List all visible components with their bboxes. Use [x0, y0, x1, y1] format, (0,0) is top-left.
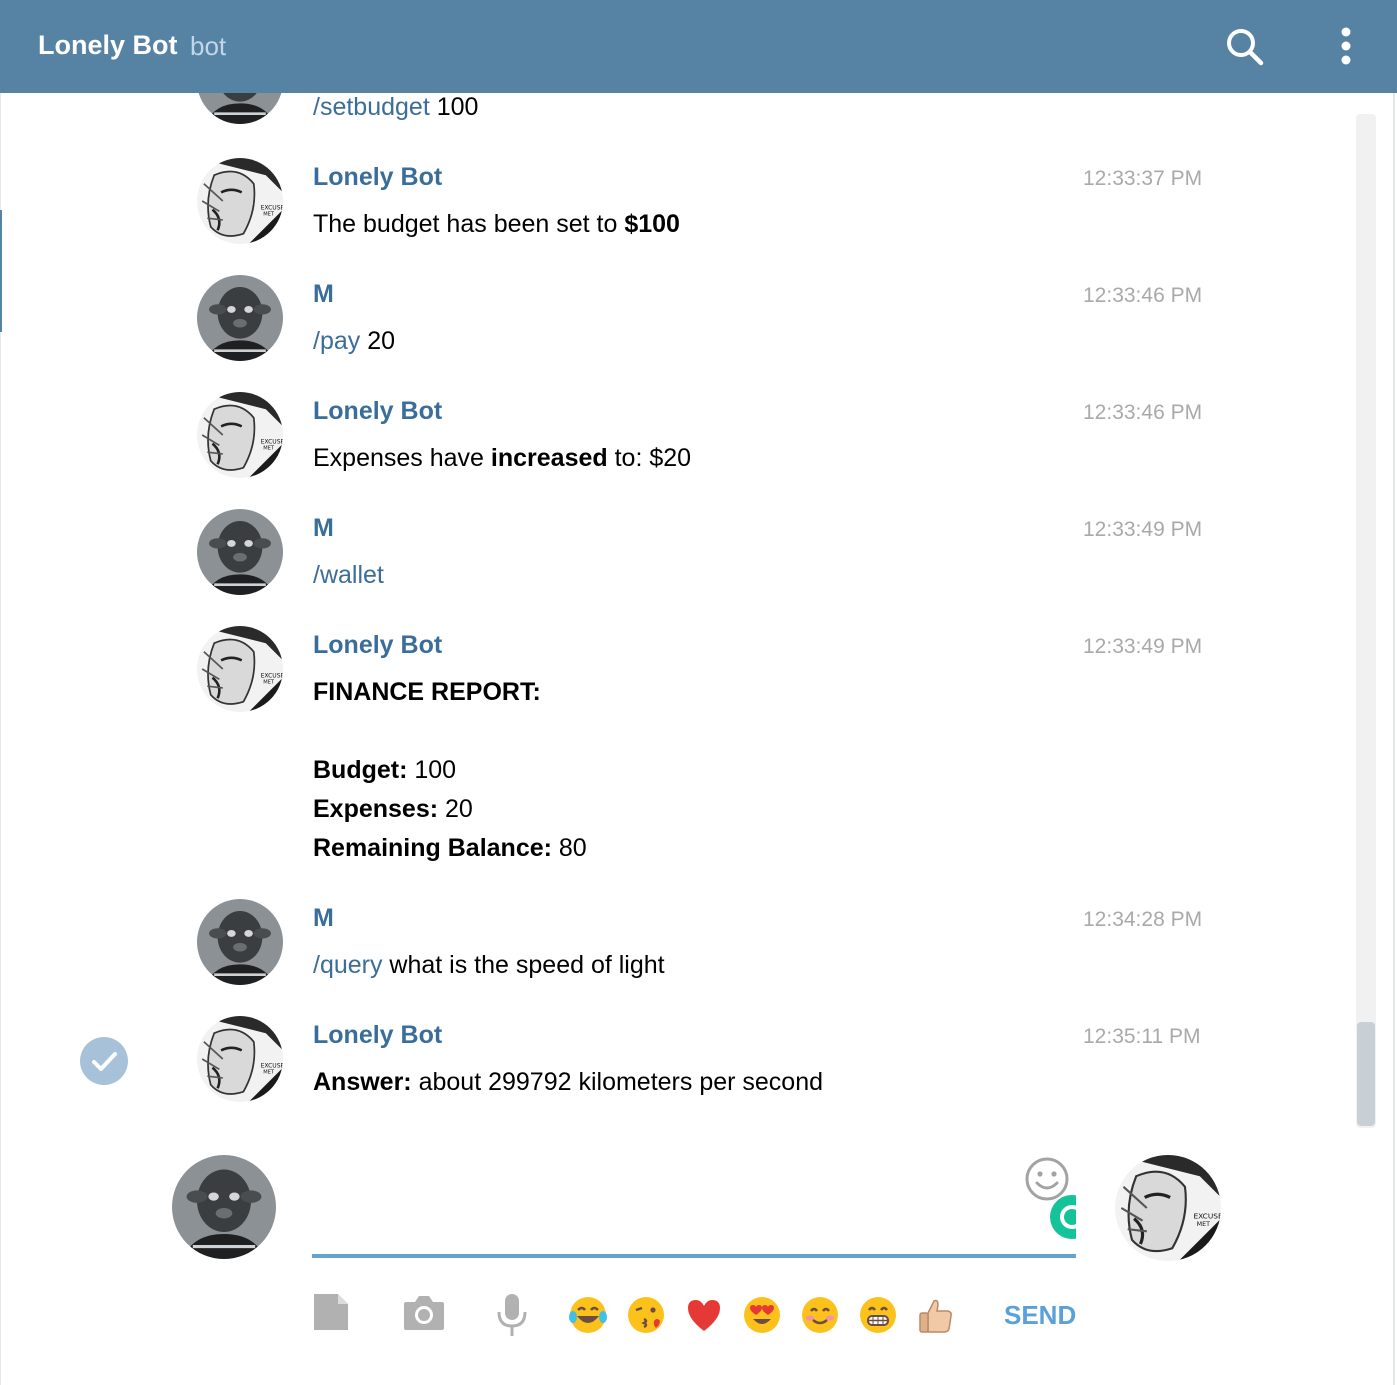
message-time: 12:33:37 PM [1083, 167, 1203, 190]
scrollbar-track[interactable] [1356, 114, 1376, 1128]
message-time: 12:33:46 PM [1083, 284, 1203, 307]
chat-title[interactable]: Lonely Bot [38, 30, 178, 61]
user-avatar[interactable] [197, 275, 283, 361]
message-time: 12:34:28 PM [1083, 908, 1203, 931]
scrollbar-thumb[interactable] [1357, 1022, 1375, 1126]
send-button[interactable]: SEND [1004, 1300, 1076, 1331]
peer-avatar[interactable] [1115, 1155, 1221, 1261]
message-time: 12:35:11 PM [1083, 1025, 1201, 1048]
grammarly-icon[interactable] [1050, 1195, 1076, 1239]
bot-command-link[interactable]: /setbudget [313, 93, 430, 121]
message-author[interactable]: Lonely Bot [313, 397, 442, 426]
emoji-heart-icon[interactable] [684, 1295, 724, 1335]
input-underline [312, 1254, 1076, 1258]
user-avatar[interactable] [197, 509, 283, 595]
selected-check-icon[interactable] [80, 1037, 128, 1085]
user-avatar[interactable] [197, 93, 283, 124]
message-time: 12:33:49 PM [1083, 518, 1203, 541]
right-border [1393, 93, 1395, 1385]
message-text: The budget has been set to $100 [313, 210, 680, 238]
emoji-heart-eyes-icon[interactable] [742, 1295, 782, 1335]
emoji-thumbs-up-icon[interactable] [916, 1295, 956, 1335]
emoji-kiss-icon[interactable] [626, 1295, 666, 1335]
message-author[interactable]: Lonely Bot [313, 1021, 442, 1050]
message-input[interactable] [313, 1160, 1013, 1250]
bot-avatar[interactable] [197, 1016, 283, 1102]
chat-header: Lonely Bot bot [0, 0, 1397, 93]
finance-report-title: FINANCE REPORT: [313, 678, 541, 706]
message-time: 12:33:49 PM [1083, 635, 1203, 658]
bot-command-link[interactable]: /pay [313, 327, 360, 355]
message-text: /setbudget 100 [313, 93, 479, 121]
bot-command-link[interactable]: /query [313, 951, 382, 979]
emoji-blush-icon[interactable] [800, 1295, 840, 1335]
emoji-grin-icon[interactable] [858, 1295, 898, 1335]
self-avatar[interactable] [172, 1155, 276, 1259]
report-budget: Budget: 100 [313, 756, 457, 784]
message-author[interactable]: Lonely Bot [313, 631, 442, 660]
bot-avatar[interactable] [197, 158, 283, 244]
message-text: Answer: about 299792 kilometers per seco… [313, 1068, 824, 1096]
camera-icon[interactable] [402, 1292, 446, 1337]
report-remaining: Remaining Balance: 80 [313, 834, 587, 862]
bot-avatar[interactable] [197, 392, 283, 478]
more-vertical-icon[interactable] [1330, 24, 1362, 68]
report-expenses: Expenses: 20 [313, 795, 473, 823]
search-icon[interactable] [1222, 24, 1266, 68]
microphone-icon[interactable] [494, 1292, 530, 1343]
bot-command-link[interactable]: /wallet [313, 561, 384, 589]
message-author[interactable]: Lonely Bot [313, 163, 442, 192]
message-text: /query what is the speed of light [313, 951, 665, 979]
message-author[interactable]: M [313, 514, 334, 543]
message-text: Expenses have increased to: $20 [313, 444, 692, 472]
message-author[interactable]: M [313, 904, 334, 933]
bot-avatar[interactable] [197, 626, 283, 712]
message-text: /wallet [313, 556, 384, 595]
message-author[interactable]: M [313, 280, 334, 309]
user-avatar[interactable] [197, 899, 283, 985]
chat-subtitle: bot [190, 31, 227, 61]
message-time: 12:33:46 PM [1083, 401, 1203, 424]
message-history[interactable]: /setbudget 100 Lonely Bot 12:33:37 PM Th… [0, 93, 1356, 1143]
emoji-tears-of-joy-icon[interactable] [568, 1295, 608, 1335]
message-text: /pay 20 [313, 327, 396, 355]
document-icon[interactable] [312, 1292, 350, 1337]
